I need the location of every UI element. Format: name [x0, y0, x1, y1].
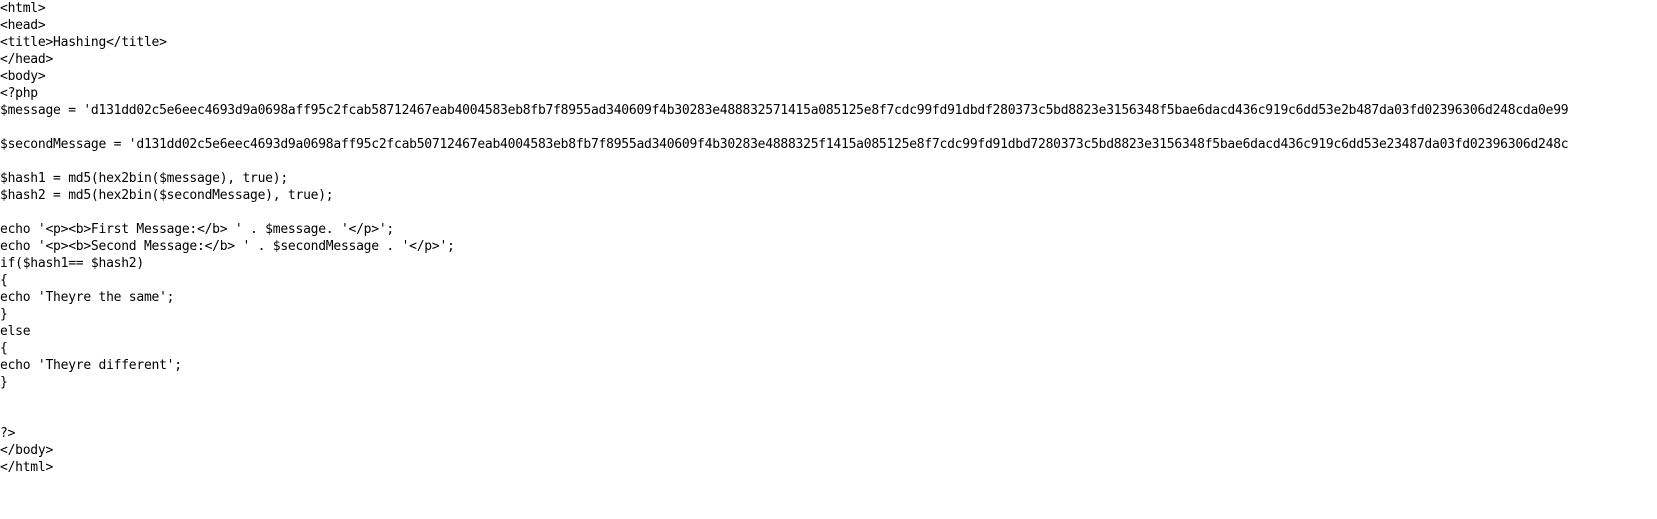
source-code-view: <html> <head> <title>Hashing</title> </h… [0, 0, 1657, 519]
code-line-15: echo '<p><b>Second Message:</b> ' . $sec… [0, 239, 455, 254]
code-line-3: <title>Hashing</title> [0, 35, 167, 50]
code-line-22: echo 'Theyre different'; [0, 358, 182, 373]
code-line-6: <?php [0, 86, 38, 101]
code-line-5: <body> [0, 69, 46, 84]
code-line-12: $hash2 = md5(hex2bin($secondMessage), tr… [0, 188, 334, 203]
code-line-9: $secondMessage = 'd131dd02c5e6eec4693d9a… [0, 137, 1569, 152]
code-line-23: } [0, 375, 8, 390]
code-line-17: { [0, 273, 8, 288]
code-line-2: <head> [0, 18, 46, 33]
code-line-7: $message = 'd131dd02c5e6eec4693d9a0698af… [0, 103, 1569, 118]
code-line-19: } [0, 307, 8, 322]
code-line-18: echo 'Theyre the same'; [0, 290, 175, 305]
code-line-27: </body> [0, 443, 54, 458]
code-line-26: ?> [0, 426, 16, 441]
code-line-21: { [0, 341, 8, 356]
code-line-16: if($hash1== $hash2) [0, 256, 144, 271]
code-line-20: else [0, 324, 31, 339]
code-line-4: </head> [0, 52, 54, 67]
code-line-1: <html> [0, 1, 46, 16]
code-line-28: </html> [0, 460, 54, 475]
code-line-11: $hash1 = md5(hex2bin($message), true); [0, 171, 288, 186]
code-line-14: echo '<p><b>First Message:</b> ' . $mess… [0, 222, 394, 237]
